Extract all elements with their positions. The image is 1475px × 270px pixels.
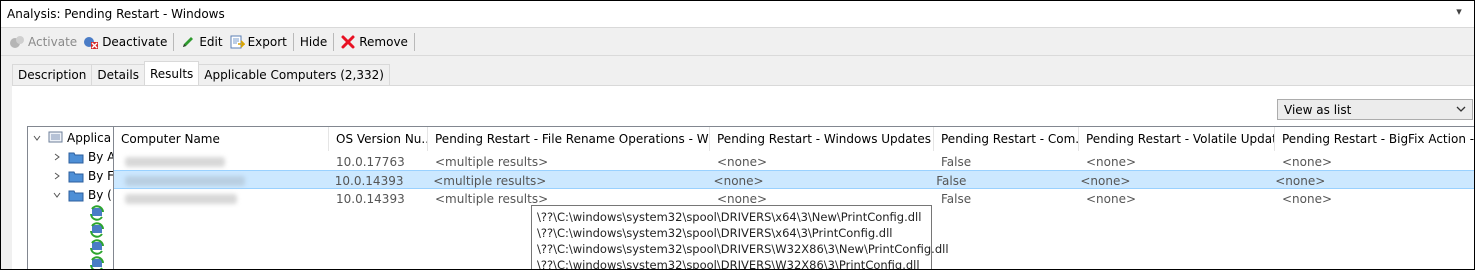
export-icon: [229, 34, 245, 50]
activate-icon: [9, 34, 25, 50]
file-rename-cell: <multiple results>: [433, 173, 547, 188]
folder-icon: [68, 150, 84, 164]
table-row-selected[interactable]: 10.0.14393 <multiple results> <none> Fal…: [114, 170, 1474, 190]
tree-leaf[interactable]: [89, 221, 105, 239]
deactivate-button[interactable]: Deactivate: [80, 31, 170, 53]
computer-list-icon: [48, 131, 64, 145]
collapse-chevron-icon[interactable]: [32, 133, 44, 143]
toolbar-separator: [292, 33, 294, 51]
volatile-cell: <none>: [1086, 154, 1137, 169]
expand-chevron-icon[interactable]: [52, 171, 64, 181]
windows-updates-cell: <none>: [717, 154, 768, 169]
computer-name-cell: [114, 152, 329, 171]
tooltip-line: \??\C:\windows\system32\spool\DRIVERS\W3…: [537, 258, 920, 270]
toolbar: Activate Deactivate Edit Export Hide Rem…: [1, 28, 1474, 56]
tab-results-label: Results: [149, 66, 194, 81]
column-header-computer-name[interactable]: Computer Name: [114, 127, 329, 151]
tab-details[interactable]: Details: [91, 64, 145, 85]
activate-label: Activate: [28, 35, 78, 49]
deactivate-label: Deactivate: [102, 35, 168, 49]
folder-icon: [68, 169, 84, 183]
tab-results[interactable]: Results: [143, 61, 200, 85]
results-tree: Applica By A By F By (: [27, 126, 114, 269]
table-row[interactable]: 10.0.17763 <multiple results> <none> Fal…: [114, 152, 1474, 171]
refresh-computer-icon: [89, 256, 105, 269]
os-version-cell: 10.0.14393: [334, 173, 404, 188]
multiple-results-tooltip: \??\C:\windows\system32\spool\DRIVERS\x6…: [531, 205, 949, 270]
export-label: Export: [247, 35, 287, 49]
tab-applicable-computers-label: Applicable Computers (2,332): [204, 68, 384, 82]
chevron-down-icon: [1454, 102, 1468, 116]
tree-root[interactable]: Applica: [32, 129, 111, 147]
export-button[interactable]: Export: [226, 31, 290, 53]
remove-button[interactable]: Remove: [337, 31, 411, 53]
tab-strip: Description Details Results Applicable C…: [12, 61, 390, 85]
tree-root-label: Applica: [67, 131, 112, 145]
tooltip-line: \??\C:\windows\system32\spool\DRIVERS\W3…: [537, 242, 949, 256]
hide-label: Hide: [299, 35, 328, 49]
column-header-file-rename[interactable]: Pending Restart - File Rename Operations…: [428, 127, 710, 151]
com-cell: False: [936, 173, 967, 188]
tooltip-line: \??\C:\windows\system32\spool\DRIVERS\x6…: [537, 226, 893, 240]
tree-item[interactable]: By F: [52, 167, 114, 185]
computer-name-cell: [114, 171, 328, 190]
expand-chevron-icon[interactable]: [52, 152, 64, 162]
tab-applicable-computers[interactable]: Applicable Computers (2,332): [198, 64, 390, 85]
remove-label: Remove: [359, 35, 408, 49]
edit-label: Edit: [199, 35, 223, 49]
os-version-cell: 10.0.17763: [336, 154, 405, 169]
refresh-computer-icon: [89, 222, 105, 238]
file-rename-cell: <multiple results>: [435, 154, 549, 169]
tab-details-label: Details: [97, 68, 139, 82]
folder-icon: [68, 188, 84, 202]
tree-item[interactable]: By (: [52, 186, 112, 204]
bigfix-cell: <none>: [1282, 191, 1333, 206]
sort-indicator-icon: ˅: [1000, 127, 1004, 133]
column-header-bigfix[interactable]: Pending Restart - BigFix Action - Win: [1275, 127, 1474, 151]
tooltip-line: \??\C:\windows\system32\spool\DRIVERS\x6…: [537, 210, 922, 224]
view-mode-select[interactable]: View as list: [1277, 99, 1473, 120]
hide-button[interactable]: Hide: [297, 31, 330, 53]
table-header: Computer Name OS Version Nu... Pending R…: [114, 127, 1474, 151]
remove-x-icon: [340, 34, 356, 50]
toolbar-separator: [413, 33, 415, 51]
tree-item[interactable]: By A: [52, 148, 114, 166]
toolbar-separator: [333, 33, 335, 51]
column-header-volatile[interactable]: Pending Restart - Volatile Update...: [1079, 127, 1275, 151]
refresh-computer-icon: [89, 205, 105, 221]
com-cell: False: [941, 154, 972, 169]
column-header-os-version[interactable]: OS Version Nu...: [329, 127, 428, 151]
tree-leaf[interactable]: [89, 204, 105, 222]
analysis-window: Analysis: Pending Restart - Windows ▾ Ac…: [0, 0, 1475, 270]
activate-button[interactable]: Activate: [6, 31, 80, 53]
edit-button[interactable]: Edit: [177, 31, 225, 53]
bigfix-cell: <none>: [1282, 154, 1333, 169]
tab-description[interactable]: Description: [12, 64, 93, 85]
tab-description-label: Description: [18, 68, 87, 82]
column-header-com[interactable]: Pending Restart - Com... ˅: [934, 127, 1079, 151]
column-header-com-label: Pending Restart - Com...: [941, 132, 1079, 146]
volatile-cell: <none>: [1086, 191, 1137, 206]
tree-item-label: By A: [88, 150, 114, 164]
window-title: Analysis: Pending Restart - Windows: [7, 7, 225, 21]
os-version-cell: 10.0.14393: [336, 191, 405, 206]
column-header-windows-updates[interactable]: Pending Restart - Windows Updates - ...: [710, 127, 934, 151]
com-cell: False: [941, 191, 972, 206]
collapse-chevron-icon[interactable]: [52, 190, 64, 200]
view-mode-value: View as list: [1284, 102, 1352, 117]
title-bar: Analysis: Pending Restart - Windows ▾: [1, 1, 1474, 28]
computer-name-cell: [114, 189, 329, 208]
tree-leaf[interactable]: [89, 238, 105, 256]
bigfix-cell: <none>: [1275, 173, 1326, 188]
window-menu-icon[interactable]: ▾: [1452, 5, 1466, 19]
tree-item-label: By F: [88, 169, 114, 183]
volatile-cell: <none>: [1080, 173, 1131, 188]
windows-updates-cell: <none>: [713, 173, 764, 188]
tree-leaf[interactable]: [89, 255, 105, 269]
deactivate-icon: [83, 34, 99, 50]
toolbar-separator: [173, 33, 175, 51]
tree-item-label: By (: [88, 188, 112, 202]
pencil-icon: [180, 34, 196, 50]
refresh-computer-icon: [89, 239, 105, 255]
